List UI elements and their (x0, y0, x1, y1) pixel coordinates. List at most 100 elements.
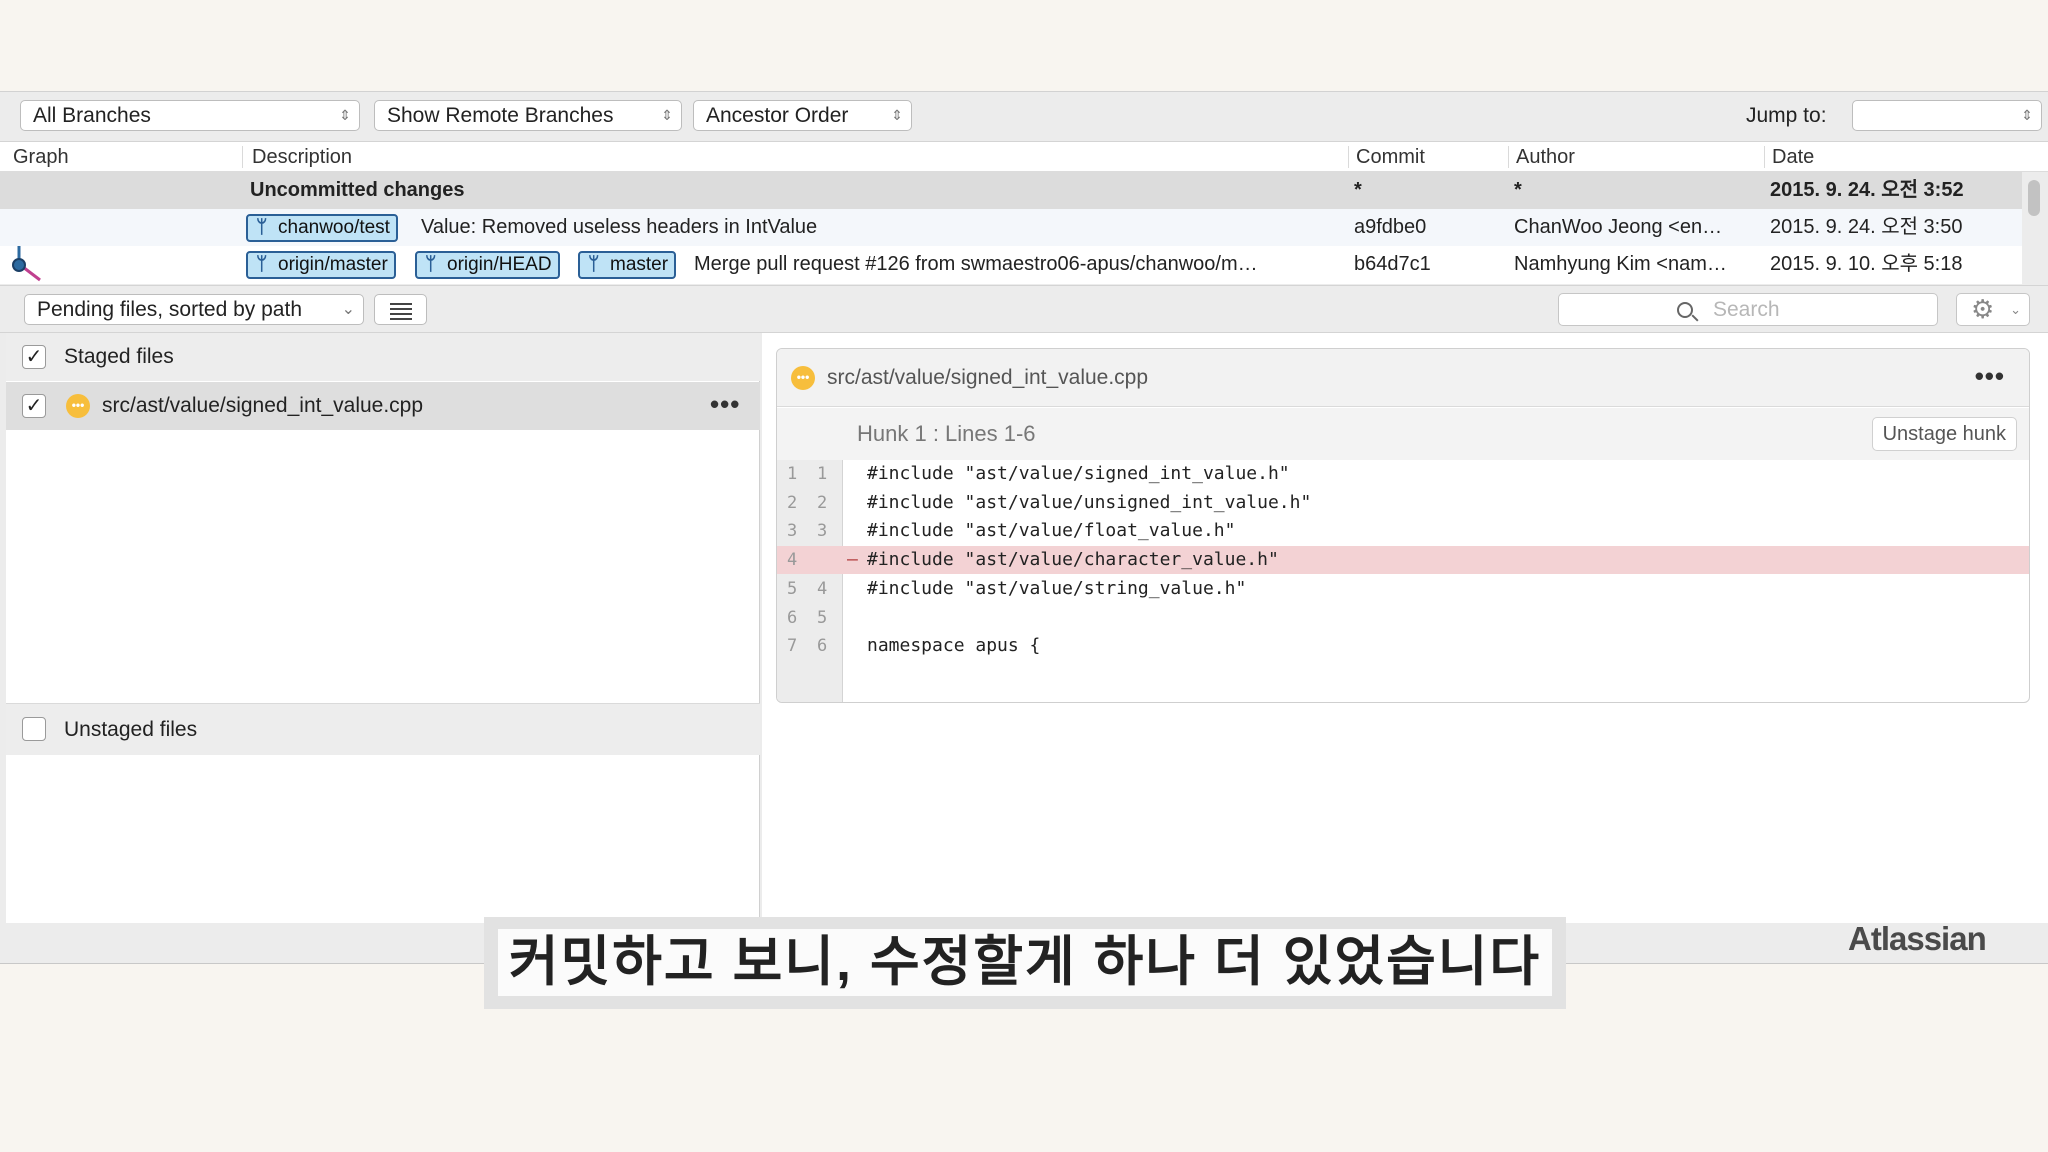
file-list-pane: ✓ Staged files ✓ ••• src/ast/value/signe… (6, 333, 760, 923)
commit-table-header: Graph Description Commit Author Date (0, 142, 2048, 172)
new-line-number: 1 (817, 464, 828, 484)
commit-list-scrollbar[interactable] (2028, 180, 2040, 216)
diff-line[interactable]: 5 4 #include "ast/value/string_value.h" (777, 575, 2029, 603)
staged-files-checkbox[interactable]: ✓ (22, 345, 46, 369)
remote-branches-select[interactable]: Show Remote Branches ⇕ (374, 100, 682, 131)
diff-card: ••• src/ast/value/signed_int_value.cpp •… (776, 348, 2030, 703)
old-line-number: 2 (787, 492, 798, 513)
sourcetree-window: All Branches ⇕ Show Remote Branches ⇕ An… (0, 91, 2048, 964)
order-select[interactable]: Ancestor Order ⇕ (693, 100, 912, 131)
column-header-author[interactable]: Author (1516, 142, 1575, 172)
diff-line[interactable]: 2 2 #include "ast/value/unsigned_int_value… (777, 489, 2029, 517)
old-line-number: 1 (787, 464, 798, 484)
chevron-down-icon: ⌄ (341, 301, 355, 318)
branch-tag[interactable]: ᛘ master (578, 251, 677, 279)
subtitle-caption: 커밋하고 보니, 수정할게 하나 더 있었습니다 (484, 917, 1566, 1009)
commit-date: 2015. 9. 24. 오전 3:52 (1770, 179, 1964, 201)
branches-select[interactable]: All Branches ⇕ (20, 100, 360, 131)
column-header-commit[interactable]: Commit (1356, 142, 1425, 172)
staged-files-label: Staged files (64, 345, 174, 368)
old-line-number: 7 (787, 636, 798, 657)
diff-code: namespace apus { (867, 635, 1041, 657)
commit-hash: * (1354, 179, 1362, 201)
updown-arrows-icon: ⇕ (661, 107, 673, 123)
modified-status-icon: ••• (791, 366, 815, 390)
unstage-hunk-button[interactable]: Unstage hunk (1871, 417, 2017, 451)
staged-file-row[interactable]: ✓ ••• src/ast/value/signed_int_value.cpp… (6, 382, 760, 430)
unstaged-files-header: Unstaged files (6, 703, 760, 755)
commit-list: Uncommitted changes * * 2015. 9. 24. 오전 … (0, 172, 2022, 284)
diff-code: #include "ast/value/character_value.h" (867, 549, 1279, 571)
updown-arrows-icon: ⇕ (891, 107, 903, 123)
commit-description: Value: Removed useless headers in IntVal… (421, 216, 818, 238)
list-view-button[interactable] (374, 294, 427, 325)
branch-tag-label: master (610, 254, 669, 275)
file-status-toolbar: Pending files, sorted by path ⌄ Search ⚙… (0, 285, 2048, 333)
branch-tag[interactable]: ᛘ origin/master (246, 251, 396, 279)
commit-row[interactable]: ᛘ origin/master ᛘ origin/HEAD ᛘ master Merg… (0, 246, 2022, 283)
unstaged-files-checkbox[interactable] (22, 717, 46, 741)
search-input[interactable]: Search (1558, 293, 1938, 326)
branch-tag-label: origin/HEAD (447, 254, 552, 275)
commit-author: Namhyung Kim <nam… (1514, 253, 1727, 275)
remote-branches-select-value: Show Remote Branches (387, 104, 614, 127)
more-options-icon[interactable]: ••• (710, 380, 740, 428)
column-header-description[interactable]: Description (252, 142, 352, 172)
atlassian-logo: Atlassian (1848, 920, 1987, 957)
branch-icon: ᛘ (256, 217, 268, 238)
diff-code: #include "ast/value/unsigned_int_value.h… (867, 491, 1312, 513)
new-line-number: 4 (817, 578, 828, 599)
jump-to-select[interactable]: ⇕ (1852, 100, 2042, 131)
history-toolbar: All Branches ⇕ Show Remote Branches ⇕ An… (0, 92, 2048, 142)
pending-files-select[interactable]: Pending files, sorted by path ⌄ (24, 294, 364, 325)
unstaged-files-label: Unstaged files (64, 718, 198, 741)
branches-select-value: All Branches (33, 104, 151, 127)
branch-tag[interactable]: ᛘ chanwoo/test (246, 214, 398, 242)
file-checkbox[interactable]: ✓ (22, 394, 46, 418)
branch-icon: ᛘ (588, 254, 600, 275)
diff-line[interactable]: 65 (777, 604, 2029, 632)
updown-arrows-icon: ⇕ (2021, 107, 2033, 123)
diff-line[interactable]: 3 3 #include "ast/value/float_value.h" (777, 517, 2029, 545)
diff-code: #include "ast/value/float_value.h" (867, 520, 1236, 542)
diff-file-header: ••• src/ast/value/signed_int_value.cpp •… (777, 349, 2029, 407)
gear-icon: ⚙ (1971, 294, 1995, 324)
old-line-number: 4 (787, 550, 798, 571)
branch-tag[interactable]: ᛘ origin/HEAD (415, 251, 560, 279)
jump-to-label: Jump to: (1746, 104, 1827, 127)
commit-description: Merge pull request #126 from swmaestro06… (694, 253, 1258, 275)
branch-icon: ᛘ (425, 254, 437, 275)
hunk-label: Hunk 1 : Lines 1-6 (857, 421, 1036, 446)
hunk-header: Hunk 1 : Lines 1-6 Unstage hunk (777, 408, 2029, 460)
commit-row-uncommitted[interactable]: Uncommitted changes * * 2015. 9. 24. 오전 … (0, 172, 2022, 209)
commit-row[interactable]: ᛘ chanwoo/test Value: Removed useless hea… (0, 209, 2022, 246)
diff-line[interactable]: 1 1 #include "ast/value/signed_int_value.h… (777, 460, 2029, 488)
list-icon (390, 303, 412, 305)
new-line-number: 3 (817, 521, 828, 542)
diff-code: #include "ast/value/string_value.h" (867, 577, 1247, 599)
commit-description: Uncommitted changes (250, 179, 465, 201)
new-line-number: 6 (817, 636, 828, 657)
settings-menu-button[interactable]: ⚙ ⌄ (1956, 293, 2030, 326)
commit-author: * (1514, 179, 1522, 201)
diff-line[interactable]: 7 6 namespace apus { (777, 632, 2029, 660)
more-options-icon[interactable]: ••• (1975, 349, 2005, 405)
diff-pane: ••• src/ast/value/signed_int_value.cpp •… (762, 333, 2048, 923)
staged-files-header: ✓ Staged files (6, 333, 760, 381)
branch-tag-label: origin/master (278, 254, 388, 275)
old-line-number: 5 (787, 578, 798, 599)
branch-icon: ᛘ (256, 254, 268, 275)
old-line-number: 6 (787, 607, 798, 628)
column-header-date[interactable]: Date (1772, 142, 1814, 172)
diff-line-removed[interactable]: 4 – #include "ast/value/character_value.h" (777, 546, 2029, 575)
search-placeholder: Search (1713, 298, 1780, 321)
column-header-graph[interactable]: Graph (13, 142, 69, 172)
old-line-number: 3 (787, 521, 798, 542)
file-path: src/ast/value/signed_int_value.cpp (102, 394, 424, 417)
search-icon (1677, 302, 1693, 318)
commit-date: 2015. 9. 10. 오후 5:18 (1770, 253, 1963, 275)
diff-sign: – (847, 549, 858, 571)
subtitle-text: 커밋하고 보니, 수정할게 하나 더 있었습니다 (498, 929, 1552, 996)
commit-hash: b64d7c1 (1354, 253, 1431, 275)
commit-author: ChanWoo Jeong <en… (1514, 216, 1723, 238)
